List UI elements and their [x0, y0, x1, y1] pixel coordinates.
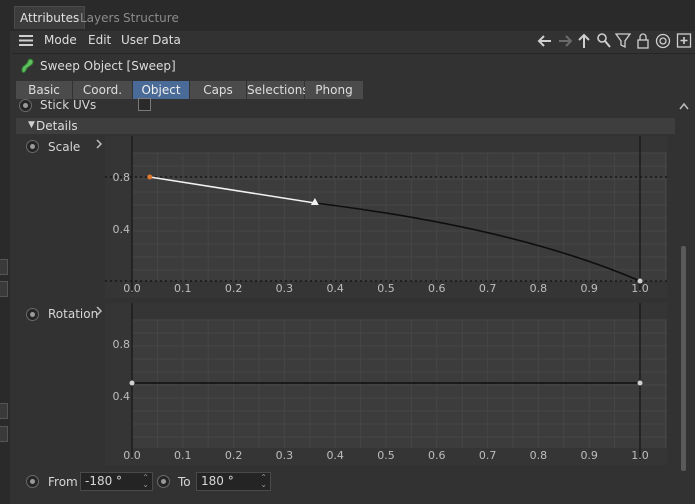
x-tick-label: 0.7: [479, 282, 497, 295]
sweep-object-icon: [19, 57, 36, 77]
x-tick-label: 0.1: [174, 282, 192, 295]
menu-edit[interactable]: Edit: [88, 33, 111, 47]
y-tick-label: 0.8: [113, 171, 131, 184]
x-tick-label: 0.8: [530, 449, 548, 462]
side-handle[interactable]: [0, 426, 8, 442]
from-value: -180 °: [85, 474, 123, 488]
add-icon[interactable]: [676, 32, 692, 53]
tab-coord[interactable]: Coord.: [73, 81, 132, 99]
menu-separator: [12, 53, 695, 54]
from-stepper-icon[interactable]: ⌃ ⌄: [142, 474, 149, 489]
x-tick-label: 0.3: [276, 282, 294, 295]
scroll-up-icon[interactable]: [678, 100, 690, 114]
scrollbar[interactable]: [681, 118, 686, 473]
disclosure-triangle-icon: ▼: [28, 120, 35, 130]
side-handle[interactable]: [0, 259, 8, 275]
rotation-expand-chevron-icon[interactable]: [94, 305, 104, 320]
x-tick-label: 1.0: [631, 282, 649, 295]
details-section-header[interactable]: ▼ Details: [16, 118, 675, 134]
x-tick-label: 1.0: [631, 449, 649, 462]
scale-label: Scale: [48, 140, 81, 154]
to-label: To: [178, 475, 191, 489]
tab-basic[interactable]: Basic: [16, 81, 72, 99]
left-edge-strip: [0, 31, 10, 504]
scale-expand-chevron-icon[interactable]: [94, 138, 104, 153]
spline-knot: [637, 278, 643, 284]
scale-spline-chart[interactable]: 0.4 0.8 0.0 0.1 0.2 0.3 0.4 0.5 0.6 0.7 0.8 0.9 1.0: [105, 136, 675, 298]
to-input[interactable]: 180 ° ⌃ ⌄: [196, 472, 271, 491]
tab-attributes[interactable]: Attributes: [14, 6, 86, 29]
scrollbar-thumb[interactable]: [681, 246, 686, 471]
x-tick-label: 0.0: [123, 449, 141, 462]
from-input[interactable]: -180 ° ⌃ ⌄: [80, 472, 153, 491]
x-tick-label: 0.2: [225, 449, 243, 462]
target-icon[interactable]: [654, 32, 672, 53]
details-label: Details: [36, 119, 78, 133]
tab-caps[interactable]: Caps: [190, 81, 246, 99]
panel-tab-bar: Attributes Layers Structure: [0, 0, 695, 31]
x-tick-label: 0.6: [428, 282, 446, 295]
to-animate-radio[interactable]: [157, 475, 170, 488]
back-arrow-icon[interactable]: [536, 32, 554, 53]
x-tick-label: 0.8: [530, 282, 548, 295]
x-tick-label: 0.0: [123, 282, 141, 295]
hamburger-menu-icon[interactable]: [18, 34, 34, 50]
y-tick-label: 0.4: [113, 223, 131, 236]
x-tick-label: 0.4: [326, 282, 344, 295]
x-tick-label: 0.5: [377, 282, 395, 295]
object-title: Sweep Object [Sweep]: [40, 59, 176, 73]
plot-area: [132, 153, 667, 281]
tab-selections[interactable]: Selections: [247, 81, 309, 99]
menu-mode[interactable]: Mode: [44, 33, 77, 47]
from-label: From: [48, 475, 78, 489]
spline-knot: [637, 380, 643, 386]
scale-animate-radio[interactable]: [26, 140, 39, 153]
rotation-label: Rotation: [48, 307, 99, 321]
x-tick-label: 0.7: [479, 449, 497, 462]
to-stepper-icon[interactable]: ⌃ ⌄: [260, 474, 267, 489]
tab-layers[interactable]: Layers: [80, 8, 120, 28]
menu-user-data[interactable]: User Data: [121, 33, 181, 47]
x-tick-label: 0.5: [377, 449, 395, 462]
stick-uvs-animate-radio[interactable]: [19, 99, 32, 112]
side-handle[interactable]: [0, 281, 8, 297]
x-tick-label: 0.6: [428, 449, 446, 462]
x-tick-label: 0.4: [326, 449, 344, 462]
up-arrow-icon[interactable]: [575, 32, 593, 53]
x-tick-label: 0.3: [276, 449, 294, 462]
y-tick-label: 0.4: [113, 390, 131, 403]
tab-object[interactable]: Object: [133, 81, 189, 99]
rotation-spline-chart[interactable]: 0.4 0.8 0.0 0.1 0.2 0.3 0.4 0.5 0.6 0.7 0.8 0.9 1.0: [105, 303, 675, 465]
tab-phong[interactable]: Phong: [305, 81, 363, 99]
spline-knot: [129, 380, 135, 386]
side-handle[interactable]: [0, 403, 8, 419]
x-tick-label: 0.1: [174, 449, 192, 462]
x-tick-label: 0.9: [580, 449, 598, 462]
plot-area: [132, 320, 667, 448]
stick-uvs-label: Stick UVs: [40, 98, 97, 112]
rotation-animate-radio[interactable]: [26, 308, 39, 321]
tab-structure[interactable]: Structure: [123, 8, 179, 28]
stick-uvs-checkbox[interactable]: [138, 98, 151, 111]
filter-icon[interactable]: [614, 32, 632, 53]
x-tick-label: 0.2: [225, 282, 243, 295]
to-value: 180 °: [201, 474, 234, 488]
lock-icon[interactable]: [636, 32, 650, 53]
from-animate-radio[interactable]: [26, 475, 39, 488]
x-tick-label: 0.9: [580, 282, 598, 295]
forward-arrow-icon[interactable]: [556, 32, 574, 53]
spline-knot: [147, 174, 153, 180]
y-tick-label: 0.8: [113, 338, 131, 351]
search-icon[interactable]: [596, 32, 612, 53]
